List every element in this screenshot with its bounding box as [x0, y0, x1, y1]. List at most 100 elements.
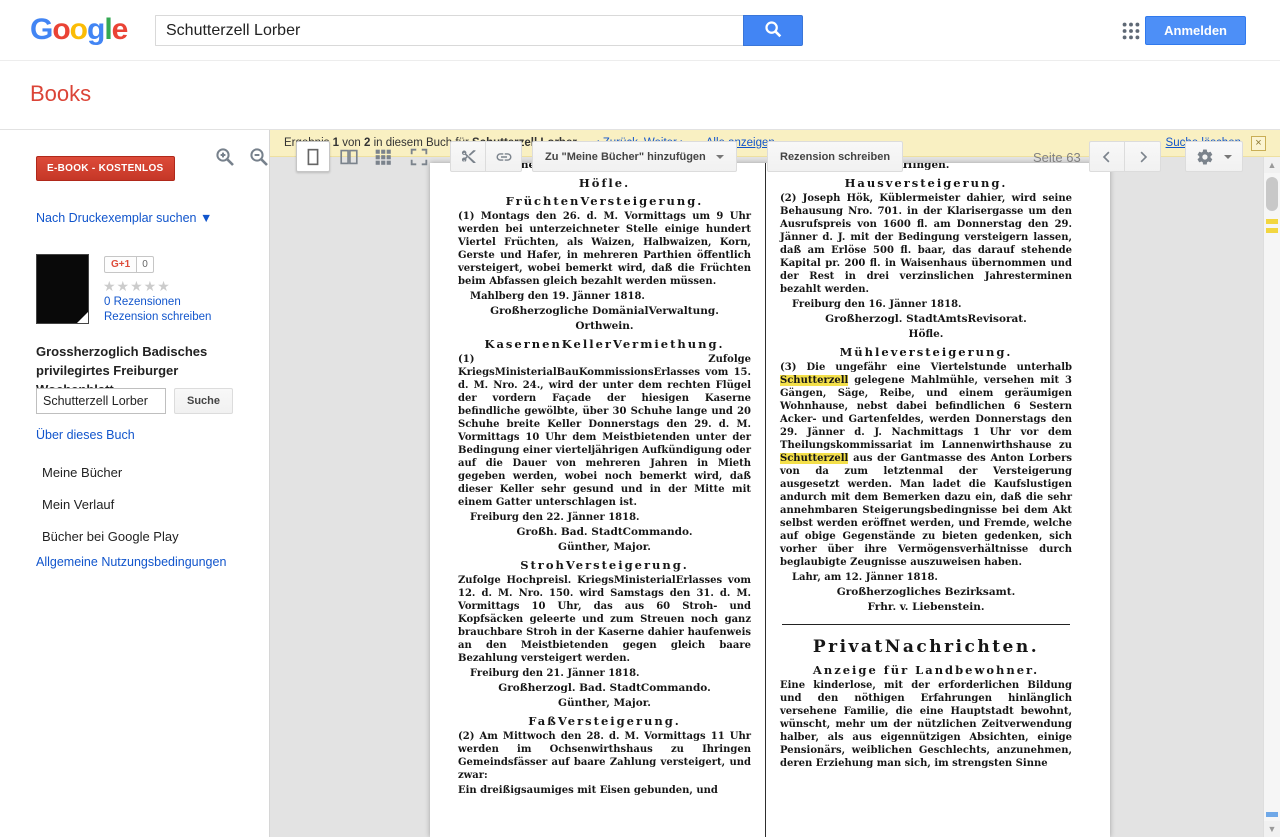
sidebar: E-BOOK - KOSTENLOS Nach Druckexemplar su… — [0, 130, 270, 837]
books-toolbar: Books — [0, 61, 1280, 130]
scanned-book-page[interactable]: Großherzoglichen OberamtsRevisorat.Höfle… — [430, 163, 1110, 837]
scan-column-right: Hingen.Hausversteigerung.(2) Joseph Hök,… — [765, 163, 1076, 837]
scan-text-block: Günther, Major. — [458, 697, 751, 710]
scan-text-block: Zufolge Hochpreisl. KriegsMinisterialErl… — [458, 574, 751, 665]
about-this-book-link[interactable]: Über dieses Buch — [36, 428, 135, 442]
settings-button[interactable] — [1185, 141, 1243, 172]
clip-link-group — [450, 141, 522, 172]
scan-text-block: (1) Zufolge KriegsMinisterialBauKommissi… — [458, 353, 751, 509]
logo-letter: o — [70, 13, 87, 46]
scan-text-block: Mahlberg den 19. Jänner 1818. — [458, 290, 751, 303]
scan-text-block: Großherzogliches Bezirksamt. — [780, 586, 1072, 599]
scan-text-block: KasernenKellerVermiethung. — [458, 337, 751, 351]
book-cover-thumbnail[interactable] — [36, 254, 89, 324]
chevron-down-icon — [1224, 155, 1232, 159]
page-fold-decoration — [77, 312, 88, 323]
sign-in-button[interactable]: Anmelden — [1145, 16, 1246, 45]
scan-text-block: Lahr, am 12. Jänner 1818. — [780, 571, 1072, 584]
plus-one-widget: G+1 0 — [104, 256, 154, 273]
search-hit-marker — [1266, 219, 1278, 224]
in-book-search-button[interactable]: Suche — [174, 388, 233, 414]
scan-text-block: Orthwein. — [458, 320, 751, 333]
scan-text-block: (3) Die ungefähr eine Viertelstunde unte… — [780, 361, 1072, 569]
search-button[interactable] — [743, 15, 803, 46]
scan-text-block: Mühleversteigerung. — [780, 345, 1072, 359]
logo-letter: o — [52, 13, 69, 46]
scan-text-block: Hausversteigerung. — [780, 176, 1072, 190]
page-nav-group — [1089, 141, 1161, 172]
scan-text-block: (2) Joseph Hök, Küblermeister dahier, wi… — [780, 192, 1072, 296]
google-logo[interactable]: Google — [30, 12, 127, 48]
scroll-down-arrow-icon[interactable]: ▼ — [1264, 821, 1280, 837]
scan-text-block: Großherzogliche DomänialVerwaltung. — [458, 305, 751, 318]
two-page-view-button[interactable] — [332, 141, 366, 172]
vertical-scrollbar[interactable]: ▲ ▼ — [1263, 157, 1280, 837]
previous-page-button[interactable] — [1089, 141, 1125, 172]
scan-text-block: StrohVersteigerung. — [458, 558, 751, 572]
single-page-view-button[interactable] — [296, 141, 330, 172]
logo-letter: G — [30, 13, 52, 46]
fullscreen-icon[interactable] — [402, 141, 436, 172]
thumbnail-view-button[interactable] — [366, 141, 400, 172]
write-review-button[interactable]: Rezension schreiben — [767, 141, 903, 172]
scan-text-block: Frhr. v. Liebenstein. — [780, 601, 1072, 614]
scan-text-block: Eine kinderlose, mit der erforderlichen … — [780, 679, 1072, 770]
book-title-line1: Grossherzoglich Badisches — [36, 342, 248, 361]
zoom-out-icon[interactable] — [247, 145, 271, 169]
sidebar-item-google-play-books[interactable]: Bücher bei Google Play — [42, 529, 179, 544]
scan-text-block: Freiburg den 22. Jänner 1818. — [458, 511, 751, 524]
current-position-marker — [1266, 812, 1278, 817]
in-book-search: Suche — [36, 388, 166, 414]
plus-one-button[interactable]: G+1 — [104, 256, 137, 273]
add-to-library-button[interactable]: Zu "Meine Bücher" hinzufügen — [532, 141, 737, 172]
chevron-down-icon — [716, 155, 724, 159]
search-icon — [762, 18, 784, 43]
scan-text-block: Höfle. — [780, 328, 1072, 341]
find-print-copy-link[interactable]: Nach Druckexemplar suchen ▼ — [36, 211, 212, 225]
reviews-count-link[interactable]: 0 Rezensionen — [104, 296, 181, 308]
scan-text-block: Günther, Major. — [458, 541, 751, 554]
scan-text-block: Höfle. — [458, 176, 751, 190]
scan-column-left: Großherzoglichen OberamtsRevisorat.Höfle… — [454, 163, 765, 837]
scan-text-block: Freiburg den 16. Jänner 1818. — [780, 298, 1072, 311]
search-hit-highlight: Schutterzell — [780, 375, 848, 386]
global-search — [155, 15, 743, 46]
zoom-in-icon[interactable] — [213, 145, 237, 169]
scan-text-block: PrivatNachrichten. — [780, 637, 1072, 657]
ebook-free-button[interactable]: E-BOOK - KOSTENLOS — [36, 156, 175, 181]
search-input[interactable] — [155, 15, 743, 46]
next-page-button[interactable] — [1125, 141, 1161, 172]
search-hit-marker — [1266, 228, 1278, 233]
share-link-icon[interactable] — [486, 141, 522, 172]
scan-text-block: Großherzogl. StadtAmtsRevisorat. — [780, 313, 1072, 326]
scan-text-block: (1) Montags den 26. d. M. Vormittags um … — [458, 210, 751, 288]
logo-letter: e — [112, 13, 128, 46]
add-to-library-label: Zu "Meine Bücher" hinzufügen — [545, 151, 706, 163]
scan-text-block: FrüchtenVersteigerung. — [458, 194, 751, 208]
plus-one-count: 0 — [137, 256, 154, 273]
apps-grid-icon[interactable] — [1120, 20, 1142, 42]
close-icon[interactable]: × — [1251, 136, 1266, 151]
scan-text-block: FaßVersteigerung. — [458, 714, 751, 728]
scan-text-block: Großherzogl. Bad. StadtCommando. — [458, 682, 751, 695]
search-hit-highlight: Schutterzell — [780, 453, 848, 464]
terms-of-service-link[interactable]: Allgemeine Nutzungsbedingungen — [36, 555, 226, 569]
in-book-search-input[interactable] — [36, 388, 166, 414]
scan-columns: Großherzoglichen OberamtsRevisorat.Höfle… — [454, 163, 1076, 837]
scan-text-block: Freiburg den 21. Jänner 1818. — [458, 667, 751, 680]
scan-text-block: Ein dreißigsaumiges mit Eisen gebunden, … — [458, 784, 751, 797]
scan-text-block: Anzeige für Landbewohner. — [780, 663, 1072, 677]
scan-text-block: (2) Am Mittwoch den 28. d. M. Vormittags… — [458, 730, 751, 782]
scan-rule — [782, 624, 1070, 625]
write-review-label: Rezension schreiben — [780, 151, 890, 163]
star-rating[interactable]: ★★★★★ — [103, 278, 171, 295]
sidebar-item-my-history[interactable]: Mein Verlauf — [42, 497, 114, 512]
page-number-label: Seite 63 — [1033, 150, 1081, 165]
write-review-link[interactable]: Rezension schreiben — [104, 311, 211, 323]
sidebar-item-my-books[interactable]: Meine Bücher — [42, 465, 122, 480]
clip-scissors-icon[interactable] — [450, 141, 486, 172]
top-header: Google Anmelden — [0, 0, 1280, 61]
scrollbar-thumb[interactable] — [1266, 177, 1278, 211]
scroll-up-arrow-icon[interactable]: ▲ — [1264, 157, 1280, 173]
logo-letter: g — [87, 13, 104, 46]
